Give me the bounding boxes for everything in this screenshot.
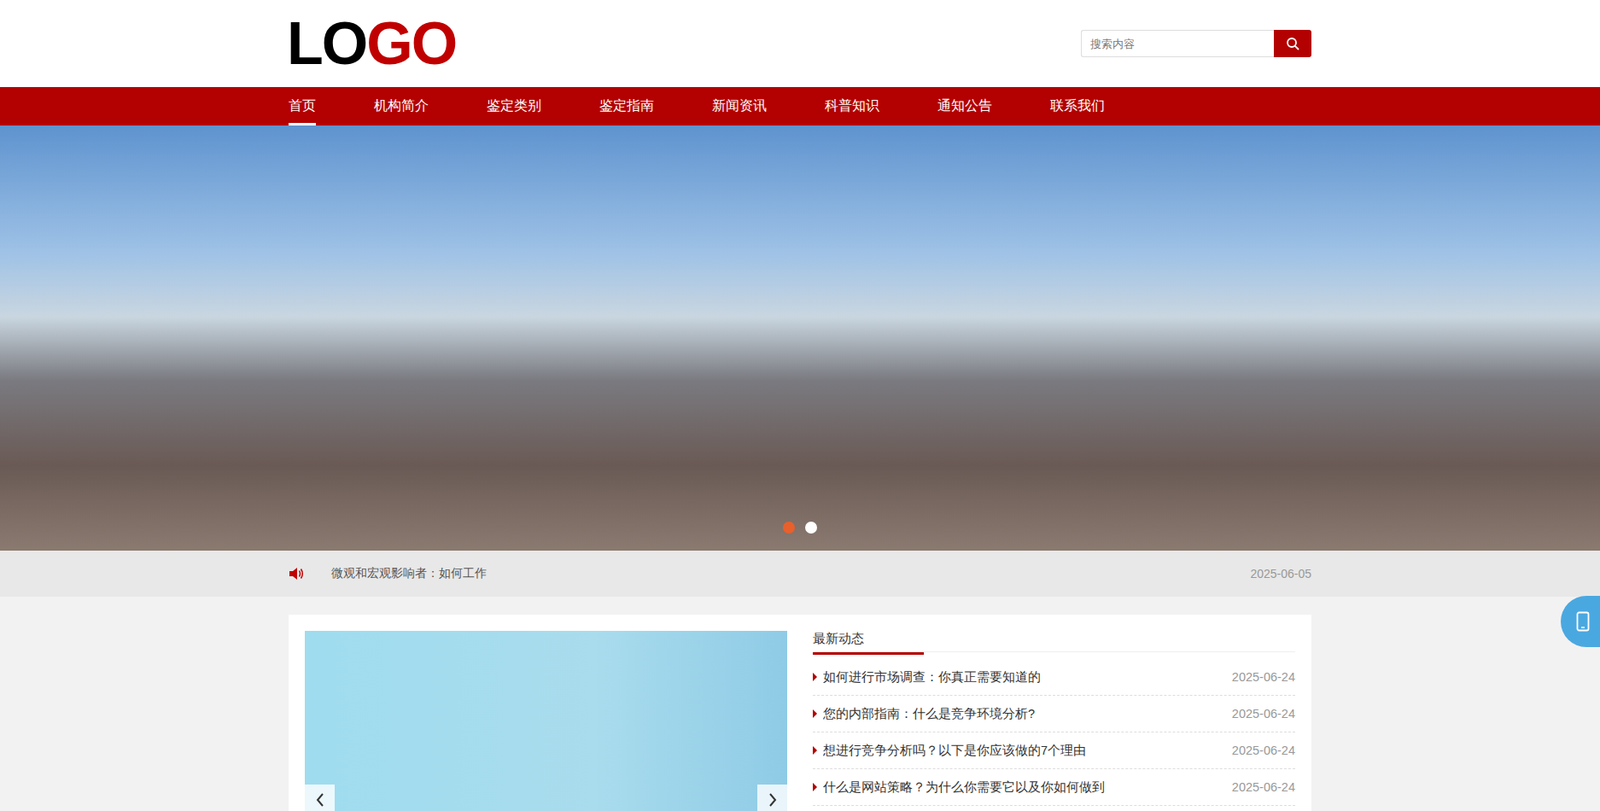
news-title[interactable]: 什么是网站策略？为什么你需要它以及你如何做到 [823,779,1222,796]
mobile-button[interactable] [1560,595,1600,648]
search-box [1080,29,1312,58]
news-date: 2025-06-24 [1232,780,1296,795]
search-button[interactable] [1273,29,1312,58]
latest-news: 最新动态如何进行市场调查：你真正需要知道的2025-06-24您的内部指南：什么… [812,630,1296,811]
nav-item[interactable]: 科普知识 [824,87,880,126]
news-row[interactable]: 想进行竞争分析吗？以下是你应该做的7个理由 2025-06-24 [812,732,1296,770]
news-title[interactable]: 想进行竞争分析吗？以下是你应该做的7个理由 [823,742,1222,760]
main: 最新动态如何进行市场调查：你真正需要知道的2025-06-24您的内部指南：什么… [0,596,1600,811]
nav-item[interactable]: 机构简介 [373,87,429,126]
news-row[interactable]: 什么是网站策略？为什么你需要它以及你如何做到 2025-06-24 [812,769,1296,806]
notice-date: 2025-06-05 [1249,566,1312,581]
nav-bar: 首页 机构简介 鉴定类别 鉴定指南 新闻资讯 科普知识 通知公告 联系我们 [0,87,1600,126]
banner-dot[interactable] [782,521,795,534]
notice-bar: 微观和宏观影响者：如何工作2025-06-05 [0,550,1600,597]
nav-item[interactable]: 首页 [288,87,316,126]
notice-text[interactable]: 微观和宏观影响者：如何工作 [331,566,1250,582]
logo-accent: GO [366,10,456,77]
nav-item[interactable]: 鉴定指南 [599,87,655,126]
news-row[interactable]: 如何进行市场调查：你真正需要知道的 2025-06-24 [812,659,1296,696]
search-input[interactable] [1080,29,1274,58]
nav-item[interactable]: 鉴定类别 [486,87,542,126]
news-date: 2025-06-24 [1232,743,1296,758]
banner-dots [782,521,818,534]
latest-title: 最新动态 [812,630,924,655]
page: LOGO 首页 机构简介 鉴定类别 鉴定指南 新闻资讯 科普知识 通知公告 联系我们微观和宏观影… [0,0,1600,811]
nav-item[interactable]: 通知公告 [937,87,993,126]
chevron-right-icon [767,792,778,808]
bullet-icon [812,709,818,719]
content-card: 最新动态如何进行市场调查：你真正需要知道的2025-06-24您的内部指南：什么… [288,614,1312,811]
news-slider [304,630,788,811]
speaker-icon [288,566,304,581]
news-row[interactable]: 您的内部指南：什么是竞争环境分析? 2025-06-24 [812,695,1296,733]
bullet-icon [812,746,818,755]
banner-dot[interactable] [805,521,818,534]
news-date: 2025-06-24 [1232,706,1296,721]
news-title[interactable]: 如何进行市场调查：你真正需要知道的 [823,669,1222,686]
nav-item[interactable]: 新闻资讯 [712,87,767,126]
phone-icon [1576,611,1590,632]
logo[interactable]: LOGO [286,13,456,74]
news-title[interactable]: 您的内部指南：什么是竞争环境分析? [823,706,1222,723]
chevron-left-icon [315,792,326,808]
news-date: 2025-06-24 [1232,670,1296,684]
nav-item[interactable]: 联系我们 [1050,87,1105,126]
next-button[interactable] [757,784,788,811]
header: LOGO [0,0,1600,88]
banner [0,125,1600,551]
bullet-icon [812,672,818,682]
logo-dark: LO [286,10,367,77]
search-icon [1285,36,1300,51]
bullet-icon [812,782,818,792]
latest-header: 最新动态 [812,630,1296,653]
prev-button[interactable] [304,784,335,811]
